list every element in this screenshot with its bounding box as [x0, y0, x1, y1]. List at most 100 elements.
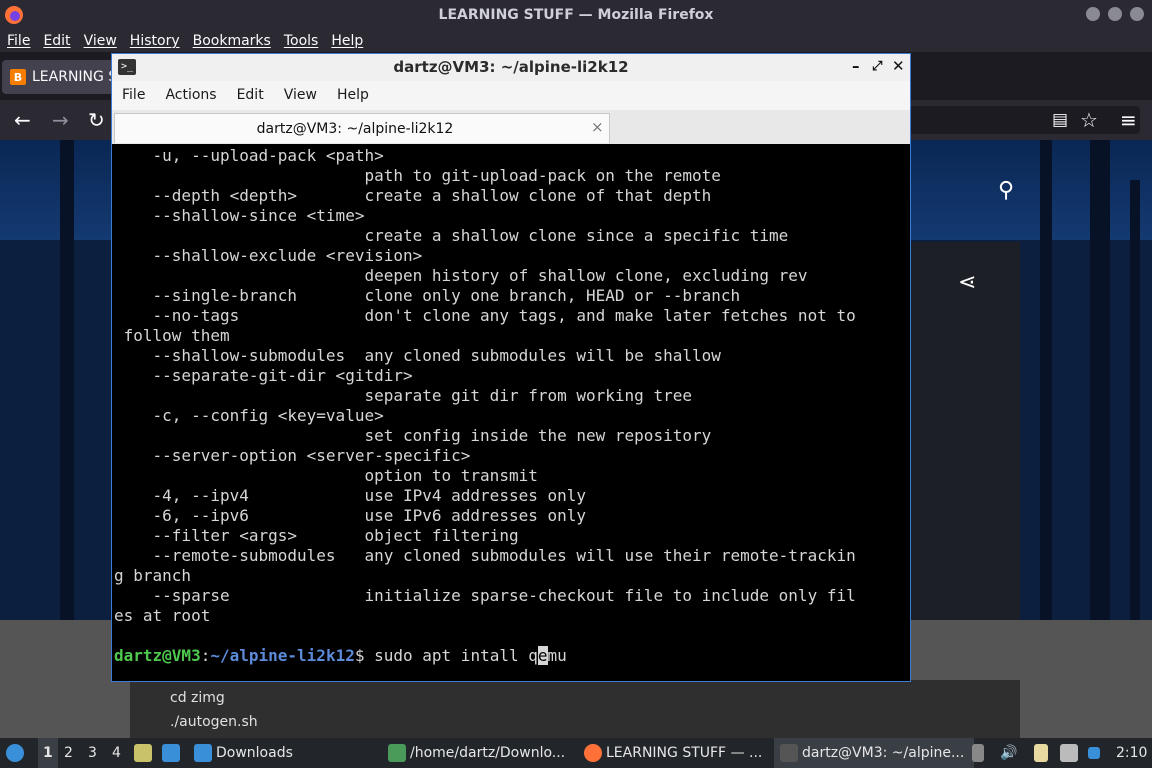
- code-line: cd zimg: [170, 690, 225, 706]
- terminal-prompt-line[interactable]: dartz@VM3:~/alpine-li2k12$ sudo apt inta…: [114, 646, 567, 666]
- command-text: sudo apt intall q: [374, 646, 538, 665]
- image-icon: [388, 744, 406, 762]
- terminal-line: --no-tags don't clone any tags, and make…: [114, 306, 856, 325]
- menu-history[interactable]: History: [123, 30, 186, 52]
- taskbar-item-terminal[interactable]: dartz@VM3: ~/alpine...: [774, 738, 974, 768]
- reload-icon[interactable]: ↻: [88, 100, 105, 140]
- workspace-2[interactable]: 2: [64, 738, 73, 768]
- volume-icon[interactable]: 🔊: [1000, 738, 1017, 768]
- blogger-favicon-icon: B: [10, 69, 26, 85]
- terminal-icon: [780, 744, 798, 762]
- workspace-1[interactable]: 1: [38, 738, 58, 768]
- window-controls: [1086, 7, 1144, 23]
- back-icon[interactable]: ←: [14, 100, 31, 140]
- terminal-tabbar: dartz@VM3: ~/alpine-li2k12 ×: [112, 110, 910, 144]
- folder-icon: [194, 744, 212, 762]
- prompt-separator: :: [200, 646, 211, 665]
- workspace-4[interactable]: 4: [112, 738, 121, 768]
- taskbar-item-label: dartz@VM3: ~/alpine...: [802, 745, 965, 761]
- prompt-dollar: $: [354, 646, 375, 665]
- terminal-line: path to git-upload-pack on the remote: [114, 166, 721, 185]
- terminal-line: -6, --ipv6 use IPv6 addresses only: [114, 506, 587, 525]
- terminal-output[interactable]: -u, --upload-pack <path> path to git-upl…: [112, 144, 910, 681]
- menu-edit[interactable]: Edit: [36, 30, 76, 52]
- terminal-line: create a shallow clone since a specific …: [114, 226, 789, 245]
- reader-view-icon[interactable]: ▤: [1052, 100, 1068, 140]
- url-bar[interactable]: [910, 106, 1140, 134]
- menu-file[interactable]: File: [0, 30, 36, 52]
- terminal-tab-close-icon[interactable]: ×: [591, 118, 604, 136]
- terminal-line: deepen history of shallow clone, excludi…: [114, 266, 808, 285]
- terminal-line: -u, --upload-pack <path>: [114, 146, 384, 165]
- terminal-menu-edit[interactable]: Edit: [227, 81, 274, 110]
- menu-tools[interactable]: Tools: [277, 30, 325, 52]
- terminal-minimize-icon[interactable]: –: [852, 57, 860, 75]
- taskbar-item-image-viewer[interactable]: /home/dartz/Downlo...: [388, 738, 565, 768]
- terminal-menu-view[interactable]: View: [274, 81, 327, 110]
- search-icon[interactable]: ⚲: [998, 178, 1014, 203]
- terminal-line: -c, --config <key=value>: [114, 406, 384, 425]
- terminal-line: --sparse initialize sparse-checkout file…: [114, 586, 856, 605]
- terminal-line: --filter <args> object filtering: [114, 526, 519, 545]
- bookmark-star-icon[interactable]: ☆: [1080, 100, 1098, 140]
- show-desktop-icon[interactable]: [162, 738, 184, 768]
- file-manager-icon[interactable]: [134, 738, 156, 768]
- firefox-icon: [584, 744, 602, 762]
- network-icon[interactable]: [1060, 738, 1082, 768]
- terminal-line: --depth <depth> create a shallow clone o…: [114, 186, 712, 205]
- terminal-line: set config inside the new repository: [114, 426, 712, 445]
- command-text-after-cursor: mu: [547, 646, 567, 665]
- terminal-menubar: File Actions Edit View Help: [112, 81, 910, 110]
- terminal-line: follow them: [114, 326, 230, 345]
- firefox-logo-icon: [5, 6, 23, 24]
- browser-tab-label: LEARNING S: [32, 69, 118, 85]
- minimize-button[interactable]: [1086, 7, 1100, 21]
- taskbar: 1 2 3 4 Downloads /home/dartz/Downlo... …: [0, 738, 1152, 768]
- taskbar-item-firefox[interactable]: LEARNING STUFF — ...: [584, 738, 762, 768]
- app-menu-icon[interactable]: [6, 738, 28, 768]
- terminal-line: --shallow-since <time>: [114, 206, 365, 225]
- hamburger-menu-icon[interactable]: ≡: [1120, 100, 1137, 140]
- maximize-button[interactable]: [1108, 7, 1122, 21]
- terminal-line: --shallow-exclude <revision>: [114, 246, 423, 265]
- taskbar-item-label: LEARNING STUFF — ...: [606, 745, 763, 761]
- terminal-line: option to transmit: [114, 466, 538, 485]
- terminal-line: --server-option <server-specific>: [114, 446, 471, 465]
- terminal-line: -4, --ipv4 use IPv4 addresses only: [114, 486, 587, 505]
- firefox-window-title: LEARNING STUFF — Mozilla Firefox: [438, 7, 714, 23]
- firefox-menubar: File Edit View History Bookmarks Tools H…: [0, 30, 1152, 52]
- taskbar-item-label: /home/dartz/Downlo...: [410, 745, 566, 761]
- share-icon[interactable]: ⋖: [958, 270, 976, 295]
- terminal-line: separate git dir from working tree: [114, 386, 692, 405]
- terminal-line: --shallow-submodules any cloned submodul…: [114, 346, 721, 365]
- menu-bookmarks[interactable]: Bookmarks: [186, 30, 277, 52]
- terminal-line: g branch: [114, 566, 192, 585]
- prompt-path: ~/alpine-li2k12: [210, 646, 355, 665]
- terminal-line: --single-branch clone only one branch, H…: [114, 286, 741, 305]
- forward-icon[interactable]: →: [52, 100, 69, 140]
- prompt-user: dartz@VM3: [114, 646, 201, 665]
- terminal-menu-actions[interactable]: Actions: [155, 81, 226, 110]
- terminal-menu-help[interactable]: Help: [327, 81, 379, 110]
- clock: 2:10: [1116, 745, 1148, 761]
- terminal-restore-icon[interactable]: ⤢: [872, 59, 882, 74]
- downloads-launcher[interactable]: Downloads: [194, 738, 293, 768]
- close-button[interactable]: [1130, 7, 1144, 21]
- clipboard-icon[interactable]: [1034, 738, 1052, 768]
- terminal-menu-file[interactable]: File: [112, 81, 155, 110]
- menu-view[interactable]: View: [77, 30, 123, 52]
- terminal-tab-label: dartz@VM3: ~/alpine-li2k12: [256, 121, 454, 137]
- text-cursor: e: [537, 646, 548, 665]
- terminal-tab[interactable]: dartz@VM3: ~/alpine-li2k12 ×: [114, 113, 610, 143]
- workspace-3[interactable]: 3: [88, 738, 97, 768]
- downloads-label: Downloads: [216, 745, 293, 761]
- menu-help[interactable]: Help: [324, 30, 369, 52]
- code-line: ./autogen.sh: [170, 714, 258, 730]
- terminal-line: --separate-git-dir <gitdir>: [114, 366, 413, 385]
- code-block: [130, 680, 1020, 738]
- terminal-close-icon[interactable]: ✕: [892, 57, 905, 75]
- notifications-icon[interactable]: [1088, 738, 1104, 768]
- terminal-line: --remote-submodules any cloned submodule…: [114, 546, 856, 565]
- terminal-title: dartz@VM3: ~/alpine-li2k12: [393, 58, 629, 76]
- trash-icon[interactable]: [972, 738, 988, 768]
